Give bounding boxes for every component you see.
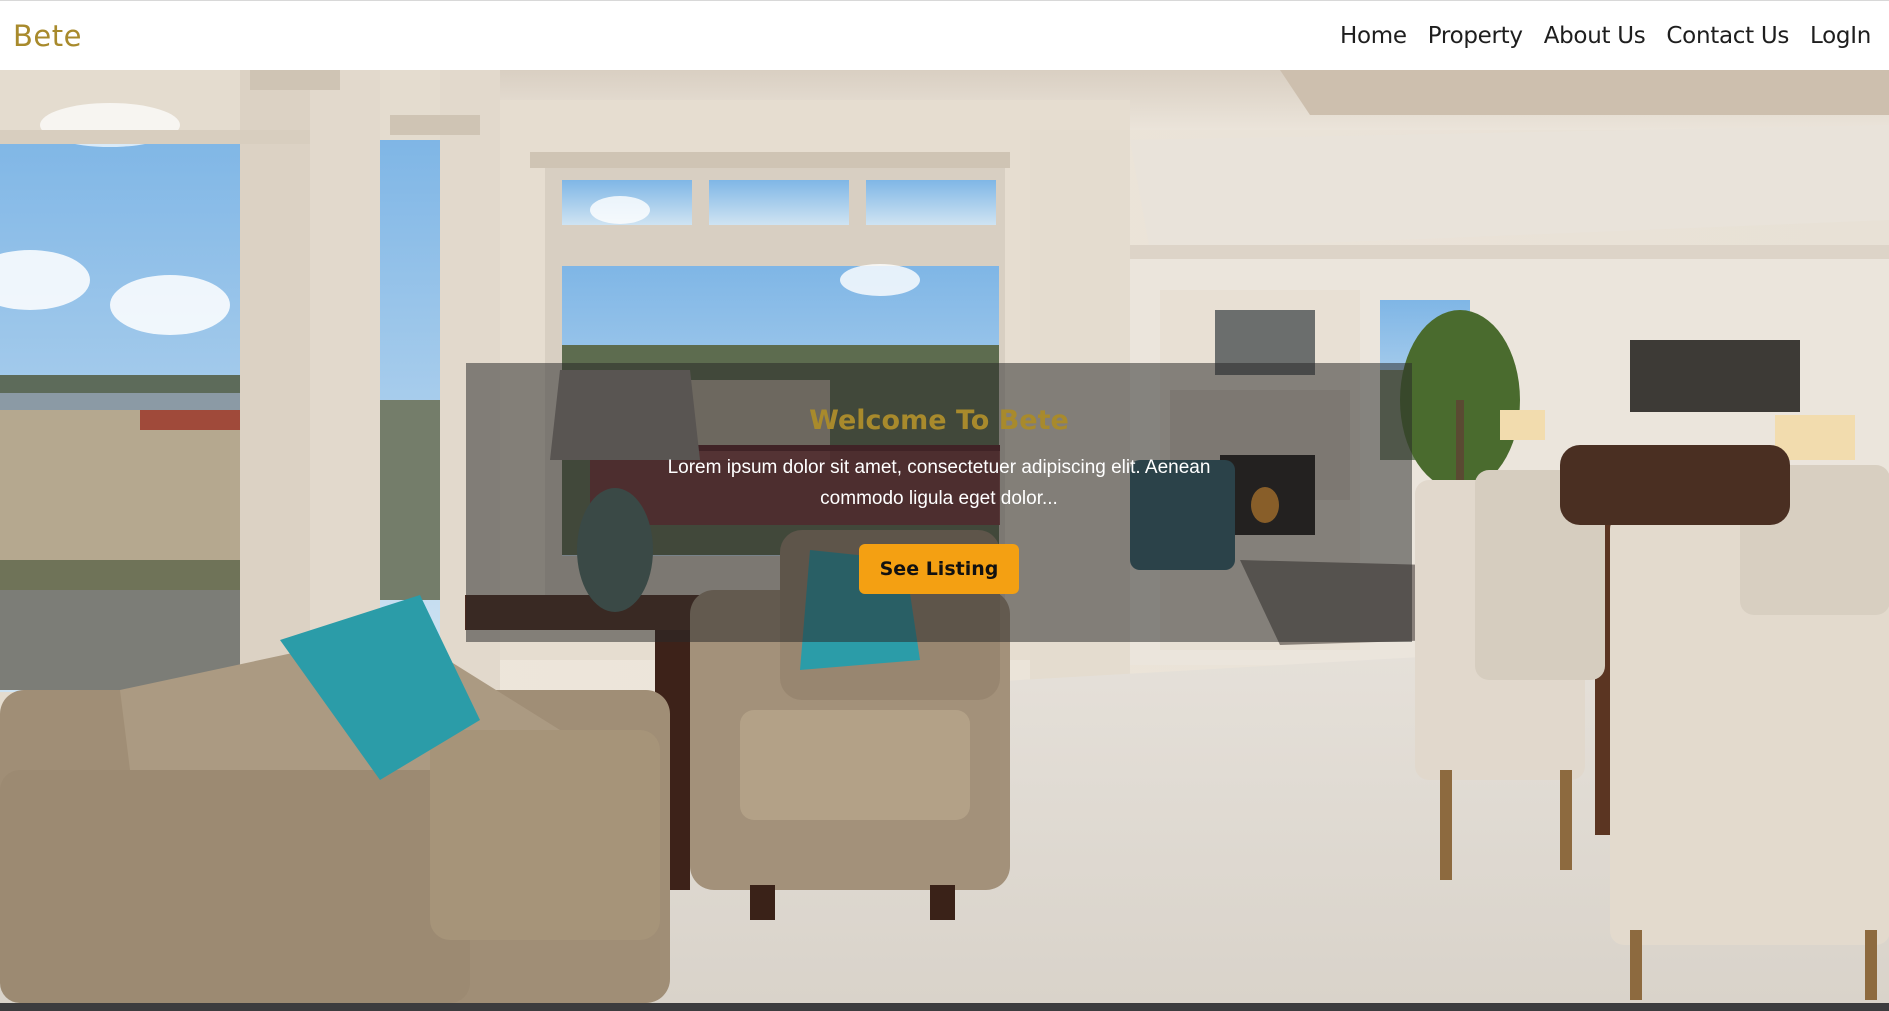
hero-title: Welcome To Bete (809, 405, 1069, 436)
nav-links: Home Property About Us Contact Us LogIn (1340, 23, 1871, 49)
nav-item-home: Home (1340, 23, 1407, 49)
nav-link-login[interactable]: LogIn (1810, 23, 1871, 49)
nav-link-property[interactable]: Property (1428, 23, 1523, 49)
nav-link-contact-us[interactable]: Contact Us (1666, 23, 1789, 49)
nav-link-about-us[interactable]: About Us (1544, 23, 1646, 49)
nav-item-contact: Contact Us (1666, 23, 1789, 49)
top-navbar: Bete Home Property About Us Contact Us L… (0, 0, 1889, 70)
hero-caption: Welcome To Bete Lorem ipsum dolor sit am… (466, 363, 1412, 642)
hero-description: Lorem ipsum dolor sit amet, consectetuer… (667, 457, 1211, 509)
page: Bete Home Property About Us Contact Us L… (0, 0, 1889, 1011)
brand-logo-link[interactable]: Bete (13, 19, 82, 53)
bottom-edge-strip (0, 1003, 1889, 1011)
nav-item-login: LogIn (1810, 23, 1871, 49)
see-listing-button[interactable]: See Listing (859, 544, 1019, 594)
nav-link-home[interactable]: Home (1340, 23, 1407, 49)
nav-item-about: About Us (1544, 23, 1646, 49)
nav-item-property: Property (1428, 23, 1523, 49)
